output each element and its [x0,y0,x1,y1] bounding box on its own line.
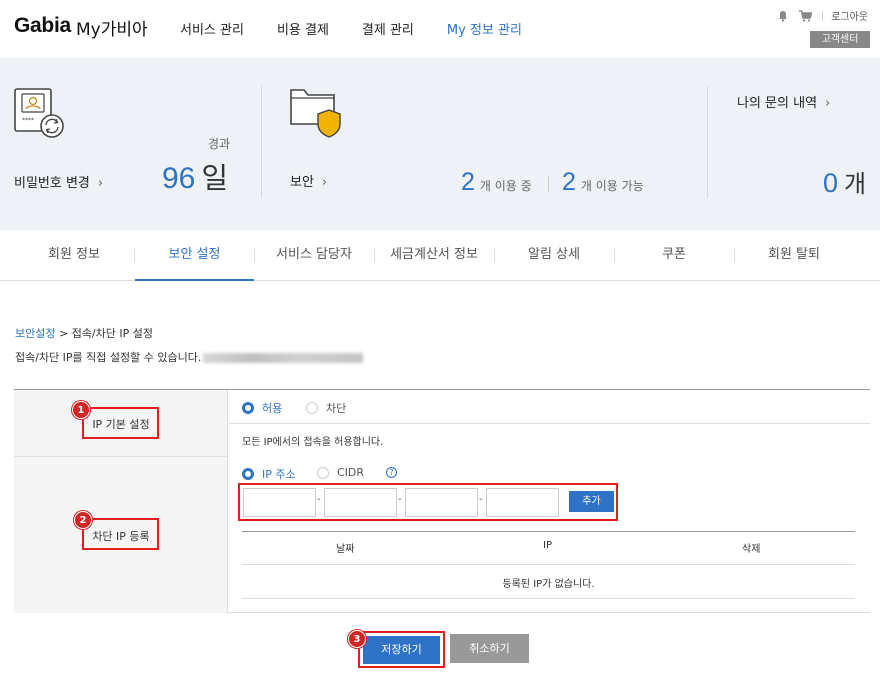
nav-my-info[interactable]: My 정보 관리 [447,19,522,38]
radio-block-label: 차단 [326,402,347,415]
tab-service-manager[interactable]: 서비스 담당자 [254,230,374,281]
cancel-button[interactable]: 취소하기 [450,634,529,663]
inquiry-count: 0개 [823,164,866,199]
column-ip: IP [543,540,552,551]
help-icon[interactable]: ? [386,467,397,478]
radio-ip-address-label: IP 주소 [262,468,296,481]
tab-coupon[interactable]: 쿠폰 [614,230,734,281]
change-password-link[interactable]: 비밀번호 변경 › [14,172,103,191]
radio-selected-icon [242,402,254,414]
summary-divider [261,86,262,198]
my-gabia-title[interactable]: My가비아 [76,15,148,40]
ip-octet-3-input[interactable] [405,488,478,517]
util-separator [822,10,824,21]
ip-dash: - [398,494,402,505]
tab-tax-invoice[interactable]: 세금계산서 정보 [374,230,494,281]
customer-center-button[interactable]: 고객센터 [810,31,870,48]
row-divider [229,423,870,424]
security-in-use: 2 개 이용 중 [461,168,532,197]
chevron-right-icon: › [97,176,104,191]
change-password-label: 비밀번호 변경 [14,176,90,191]
ip-octet-2-input[interactable] [324,488,397,517]
ip-dash: - [317,494,321,505]
empty-list-message: 등록된 IP가 없습니다. [502,579,595,590]
breadcrumb-security-link[interactable]: 보안설정 [15,327,55,340]
blocked-ip-list [242,531,855,532]
radio-selected-icon [242,468,254,480]
table-header-divider [242,564,855,565]
in-use-label: 개 이용 중 [479,179,532,193]
blurred-ip-info [203,353,364,363]
elapsed-days-value: 96 [162,162,196,195]
highlight-box [82,518,159,550]
highlight-box [82,407,159,439]
page-description: 접속/차단 IP를 직접 설정할 수 있습니다. [15,349,364,365]
radio-unselected-icon [317,466,329,479]
days-unit: 일 [201,161,229,195]
description-text: 접속/차단 IP를 직접 설정할 수 있습니다. [15,351,202,364]
tab-notification[interactable]: 알림 상세 [494,230,614,281]
step-badge-2: 2 [74,511,92,529]
radio-block[interactable]: 차단 [306,400,346,416]
cart-icon[interactable] [799,9,813,22]
nav-service-manage[interactable]: 서비스 관리 [180,19,244,38]
logout-link[interactable]: 로그아웃 [831,8,868,23]
breadcrumb: 보안설정 > 접속/차단 IP 설정 [15,325,153,341]
step-badge-3: 3 [348,630,366,648]
inquiry-count-value: 0 [823,168,839,198]
security-link[interactable]: 보안 › [290,171,327,190]
inquiry-history-label: 나의 문의 내역 [737,96,818,111]
ip-octet-4-input[interactable] [486,488,559,517]
available-count: 2 [562,168,576,196]
tab-withdraw[interactable]: 회원 탈퇴 [734,230,854,281]
nav-billing-manage[interactable]: 결제 관리 [362,19,414,38]
summary-divider [707,86,708,198]
inquiry-history-link[interactable]: 나의 문의 내역 › [737,92,830,111]
svg-text:****: **** [22,117,34,124]
radio-allow-label: 허용 [262,402,283,415]
nav-payment[interactable]: 비용 결제 [277,19,329,38]
utility-menu: 로그아웃 [777,8,868,23]
in-use-count: 2 [461,168,475,196]
gabia-logo[interactable]: Gabia [14,14,71,38]
radio-allow[interactable]: 허용 [242,400,282,416]
chevron-right-icon: › [321,175,328,190]
save-button[interactable]: 저장하기 [363,636,440,664]
breadcrumb-current: > 접속/차단 IP 설정 [55,327,153,340]
stat-separator [548,176,549,192]
folder-shield-icon [290,89,341,138]
tab-security-settings[interactable]: 보안 설정 [135,230,254,281]
global-nav: 서비스 관리 비용 결제 결제 관리 My 정보 관리 [180,19,555,38]
tab-bar: 회원 정보 보안 설정 서비스 담당자 세금계산서 정보 알림 상세 쿠폰 회원… [0,230,880,281]
column-delete: 삭제 [742,544,761,555]
radio-ip-address[interactable]: IP 주소 [242,466,296,482]
tab-member-info[interactable]: 회원 정보 [14,230,134,281]
column-date: 날짜 [336,544,355,555]
chevron-right-icon: › [825,96,831,111]
radio-unselected-icon [306,402,318,414]
summary-panel [0,58,880,230]
table-bottom-divider [242,598,855,599]
security-label: 보안 [290,175,314,190]
basic-setting-info: 모든 IP에서의 접속을 허용합니다. [242,437,384,448]
header: Gabia My가비아 서비스 관리 비용 결제 결제 관리 My 정보 관리 … [0,0,880,58]
inquiry-unit: 개 [844,170,867,198]
radio-cidr[interactable]: CIDR [317,466,364,479]
bell-icon[interactable] [777,10,789,22]
radio-cidr-label: CIDR [337,466,365,479]
elapsed-days: 96 일 [162,155,228,197]
add-ip-button[interactable]: 추가 [569,491,614,512]
available-label: 개 이용 가능 [580,179,644,193]
id-card-refresh-icon: **** [14,88,64,138]
step-badge-1: 1 [72,401,90,419]
security-available: 2 개 이용 가능 [562,168,644,197]
elapsed-label: 경과 [208,137,231,151]
ip-dash: - [479,494,483,505]
ip-octet-1-input[interactable] [243,488,316,517]
